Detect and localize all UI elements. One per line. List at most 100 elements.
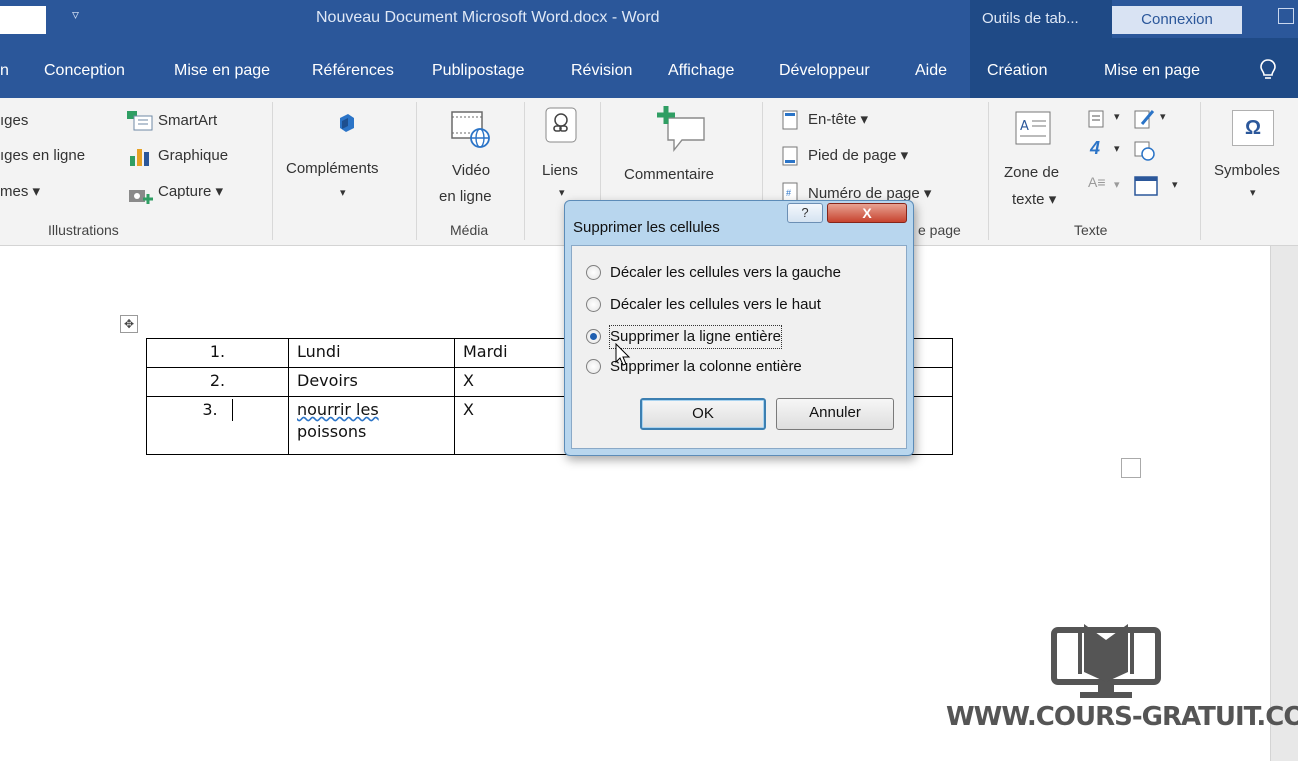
table-cell[interactable]: 1. <box>146 338 289 368</box>
object-icon[interactable] <box>1134 176 1158 196</box>
table-cell[interactable]: 2. <box>146 367 289 397</box>
vertical-scrollbar[interactable] <box>1270 246 1298 761</box>
group-texte-label: Texte <box>1074 222 1108 238</box>
ribbon-separator <box>524 102 525 240</box>
object-dropdown-icon[interactable]: ▾ <box>1172 178 1178 191</box>
en-tete-button[interactable]: En-tête ▾ <box>808 110 868 128</box>
liens-button[interactable]: Liens <box>542 162 578 179</box>
tab-developpeur[interactable]: Développeur <box>779 62 870 80</box>
book-monitor-logo-icon <box>1051 624 1161 698</box>
page-number-icon: # <box>782 182 798 202</box>
table-cell[interactable]: Devoirs <box>288 367 455 397</box>
ribbon-separator <box>988 102 989 240</box>
link-icon <box>545 107 577 143</box>
graphique-button[interactable]: Graphique <box>158 147 228 164</box>
document-title: Nouveau Document Microsoft Word.docx - W… <box>316 9 660 26</box>
formes-button[interactable]: mes ▾ <box>0 182 40 200</box>
cancel-button[interactable]: Annuler <box>776 398 894 430</box>
capture-label: Capture <box>158 183 212 200</box>
symboles-button[interactable]: Symboles <box>1214 162 1280 179</box>
help-button[interactable]: ? <box>787 203 823 223</box>
zone-de-texte-line1[interactable]: Zone de <box>1004 164 1059 181</box>
capture-icon <box>129 190 153 204</box>
capture-button[interactable]: Capture ▾ <box>158 182 223 200</box>
images-en-ligne-button[interactable]: ıges en ligne <box>0 147 85 164</box>
symboles-dropdown-icon[interactable]: ▾ <box>1250 186 1256 199</box>
ribbon-separator <box>416 102 417 240</box>
cell-text-line1: nourrir les <box>297 400 379 419</box>
close-button[interactable]: X <box>827 203 907 223</box>
delete-cells-dialog: Supprimer les cellules ? X Décaler les c… <box>564 200 914 456</box>
context-tabs-area: Création Mise en page <box>970 38 1298 98</box>
quick-parts-icon[interactable] <box>1088 110 1106 128</box>
radio-button[interactable] <box>586 297 601 312</box>
tab-publipostage[interactable]: Publipostage <box>432 62 525 80</box>
title-bar: ▿ Nouveau Document Microsoft Word.docx -… <box>0 0 1298 38</box>
zone-de-texte-line2[interactable]: texte ▾ <box>1012 190 1056 208</box>
watermark-text: WWW.COURS-GRATUIT.COM <box>946 702 1298 732</box>
video-en-ligne-line2[interactable]: en ligne <box>439 188 492 205</box>
ribbon-tabs: n Conception Mise en page Références Pub… <box>0 38 1298 98</box>
option-label: Décaler les cellules vers la gauche <box>610 264 841 281</box>
lightbulb-icon[interactable] <box>1258 58 1278 82</box>
group-entete-label-partial: e page <box>918 222 961 238</box>
quick-parts-dropdown-icon[interactable]: ▾ <box>1114 110 1120 123</box>
table-cell[interactable]: 3. <box>146 396 289 455</box>
tab-conception[interactable]: Conception <box>44 62 125 80</box>
images-button[interactable]: ıges <box>0 112 28 129</box>
date-time-icon[interactable] <box>1134 140 1156 162</box>
omega-icon: Ω <box>1232 110 1274 146</box>
text-cursor <box>231 399 233 421</box>
radio-button[interactable] <box>586 359 601 374</box>
group-media-label: Média <box>450 222 489 238</box>
group-illustrations-label: Illustrations <box>48 222 119 238</box>
tab-aide[interactable]: Aide <box>915 62 947 80</box>
table-tools-context-header: Outils de tab... <box>970 0 1112 38</box>
signature-line-icon[interactable] <box>1134 108 1156 130</box>
drop-cap-dropdown-icon[interactable]: ▾ <box>1114 178 1120 191</box>
radio-button[interactable] <box>586 265 601 280</box>
tab-references[interactable]: Références <box>312 62 394 80</box>
row-number: 3. <box>202 400 218 419</box>
tab-mise-en-page[interactable]: Mise en page <box>174 62 270 80</box>
tab-revision[interactable]: Révision <box>571 62 632 80</box>
tab-creation[interactable]: Création <box>987 62 1047 80</box>
smartart-button[interactable]: SmartArt <box>158 112 217 129</box>
tab-affichage[interactable]: Affichage <box>668 62 734 80</box>
video-icon <box>451 111 490 148</box>
table-resize-handle[interactable] <box>1121 458 1141 478</box>
comment-icon <box>657 106 705 152</box>
wordart-icon[interactable]: 4 <box>1090 138 1100 159</box>
dialog-title: Supprimer les cellules <box>573 219 720 236</box>
wordart-dropdown-icon[interactable]: ▾ <box>1114 142 1120 155</box>
commentaire-button[interactable]: Commentaire <box>624 166 714 183</box>
table-tools-label: Outils de tab... <box>982 10 1079 27</box>
header-icon <box>782 110 798 130</box>
complements-button[interactable]: Compléments <box>286 160 379 177</box>
customize-quick-access-icon[interactable]: ▿ <box>72 6 79 23</box>
sign-in-button[interactable]: Connexion <box>1112 6 1242 34</box>
ok-button[interactable]: OK <box>640 398 766 430</box>
radio-button-selected[interactable] <box>586 329 601 344</box>
complements-dropdown-icon[interactable]: ▾ <box>340 186 346 199</box>
table-cell[interactable]: nourrir les poissons <box>288 396 455 455</box>
text-box-icon: A <box>1015 111 1051 145</box>
tab-insertion-partial[interactable]: n <box>0 62 9 80</box>
table-cell[interactable]: Lundi <box>288 338 455 368</box>
liens-dropdown-icon[interactable]: ▾ <box>559 186 565 199</box>
pied-de-page-button[interactable]: Pied de page ▾ <box>808 146 908 164</box>
table-move-handle-icon[interactable]: ✥ <box>120 315 138 333</box>
ribbon-separator <box>272 102 273 240</box>
en-tete-label: En-tête <box>808 111 857 128</box>
tab-mise-en-page-table[interactable]: Mise en page <box>1104 62 1200 80</box>
ribbon-separator <box>1200 102 1201 240</box>
signature-dropdown-icon[interactable]: ▾ <box>1160 110 1166 123</box>
video-en-ligne-line1[interactable]: Vidéo <box>452 162 490 179</box>
store-icon <box>340 114 354 132</box>
drop-cap-icon[interactable]: A≡ <box>1088 174 1106 190</box>
pied-de-page-label: Pied de page <box>808 147 897 164</box>
mouse-pointer-icon <box>615 343 631 366</box>
restore-window-icon[interactable] <box>1278 8 1294 24</box>
option-label: Décaler les cellules vers le haut <box>610 296 821 313</box>
quick-access-toolbar[interactable] <box>0 6 46 34</box>
